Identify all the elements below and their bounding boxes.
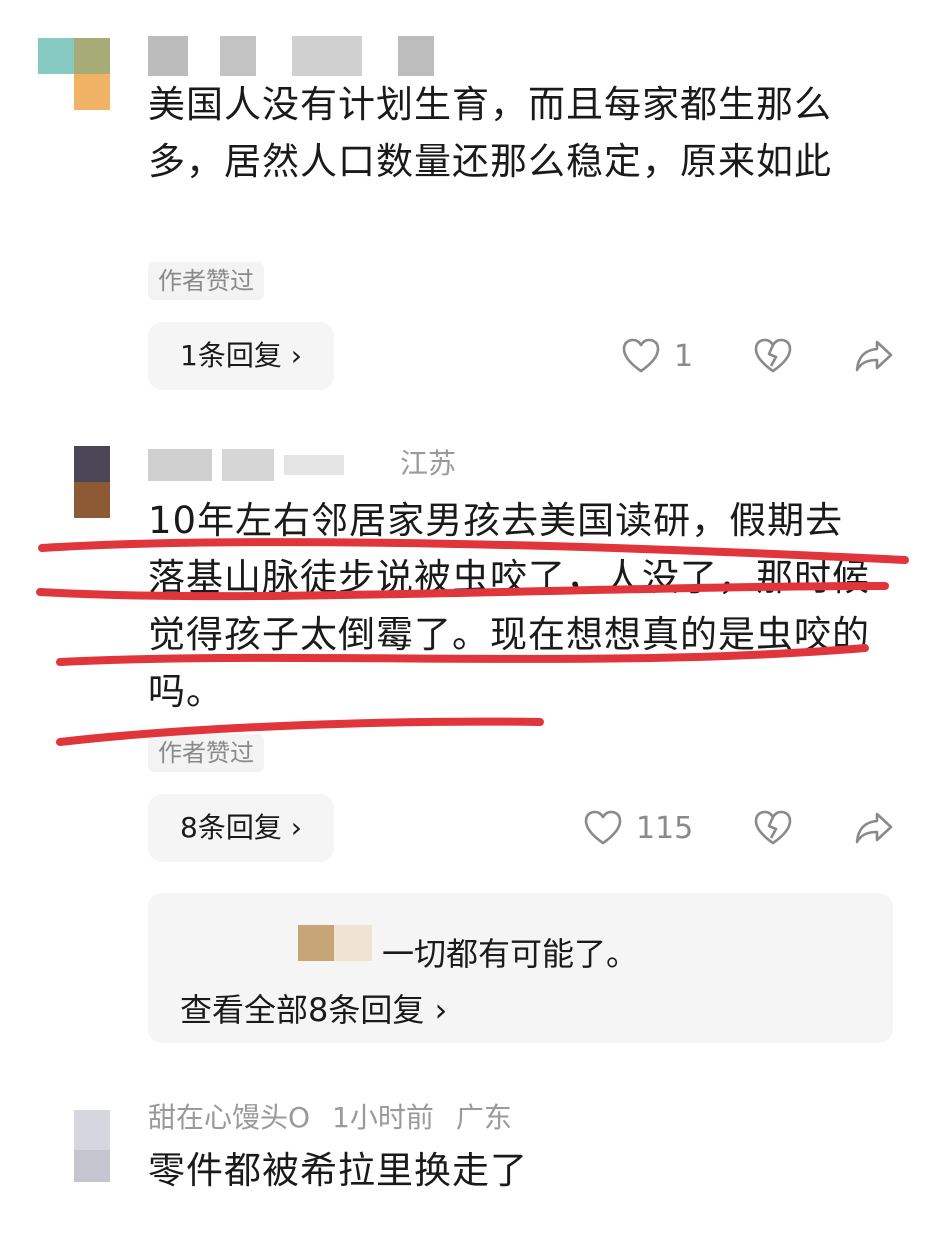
- comment-username[interactable]: 甜在心馒头O: [148, 1101, 310, 1134]
- share-icon: [855, 340, 893, 372]
- underline-stroke: [56, 717, 544, 746]
- avatar[interactable]: [74, 1110, 110, 1182]
- avatar[interactable]: [38, 38, 110, 110]
- comment-meta-blurred: [148, 36, 456, 76]
- broken-heart-icon: [754, 810, 792, 845]
- reply-preview-box[interactable]: 一切都有可能了。 查看全部8条回复 ›: [148, 893, 893, 1043]
- avatar[interactable]: [74, 446, 110, 518]
- heart-icon: [584, 810, 622, 845]
- like-button[interactable]: 115: [584, 810, 693, 846]
- reply-avatar-blurred: [298, 925, 334, 961]
- dislike-button[interactable]: [754, 338, 792, 374]
- replies-button[interactable]: 1条回复 ›: [148, 322, 334, 390]
- share-button[interactable]: [854, 338, 894, 374]
- view-all-replies-link[interactable]: 查看全部8条回复 ›: [180, 985, 447, 1031]
- time-blurred: [222, 449, 274, 481]
- share-button[interactable]: [854, 810, 894, 846]
- comment-location: 江苏: [400, 447, 457, 480]
- reply-preview-text: 一切都有可能了。: [382, 935, 639, 973]
- replies-button[interactable]: 8条回复 ›: [148, 794, 334, 862]
- comment-time: 1小时前: [332, 1101, 434, 1134]
- comment-location: 广东: [455, 1101, 512, 1134]
- comment-meta: 甜在心馒头O 1小时前 广东: [148, 1098, 534, 1138]
- like-count: 1: [674, 338, 694, 374]
- dislike-button[interactable]: [754, 810, 792, 846]
- broken-heart-icon: [754, 338, 792, 373]
- heart-icon: [622, 338, 660, 373]
- reply-username-blurred: [334, 925, 372, 961]
- like-count: 115: [636, 810, 694, 846]
- comment-text: 零件都被希拉里换走了: [148, 1149, 528, 1192]
- author-liked-badge: 作者赞过: [148, 734, 264, 772]
- username-blurred: [148, 449, 212, 481]
- comment-text: 10年左右邻居家男孩去美国读研，假期去落基山脉徒步说被虫咬了，人没了，那时候觉得…: [148, 499, 870, 713]
- share-icon: [855, 812, 893, 844]
- comment-text: 美国人没有计划生育，而且每家都生那么多，居然人口数量还那么稳定，原来如此: [148, 83, 832, 183]
- like-button[interactable]: 1: [622, 338, 693, 374]
- comment-meta: 江苏: [148, 444, 478, 484]
- author-liked-badge: 作者赞过: [148, 262, 264, 300]
